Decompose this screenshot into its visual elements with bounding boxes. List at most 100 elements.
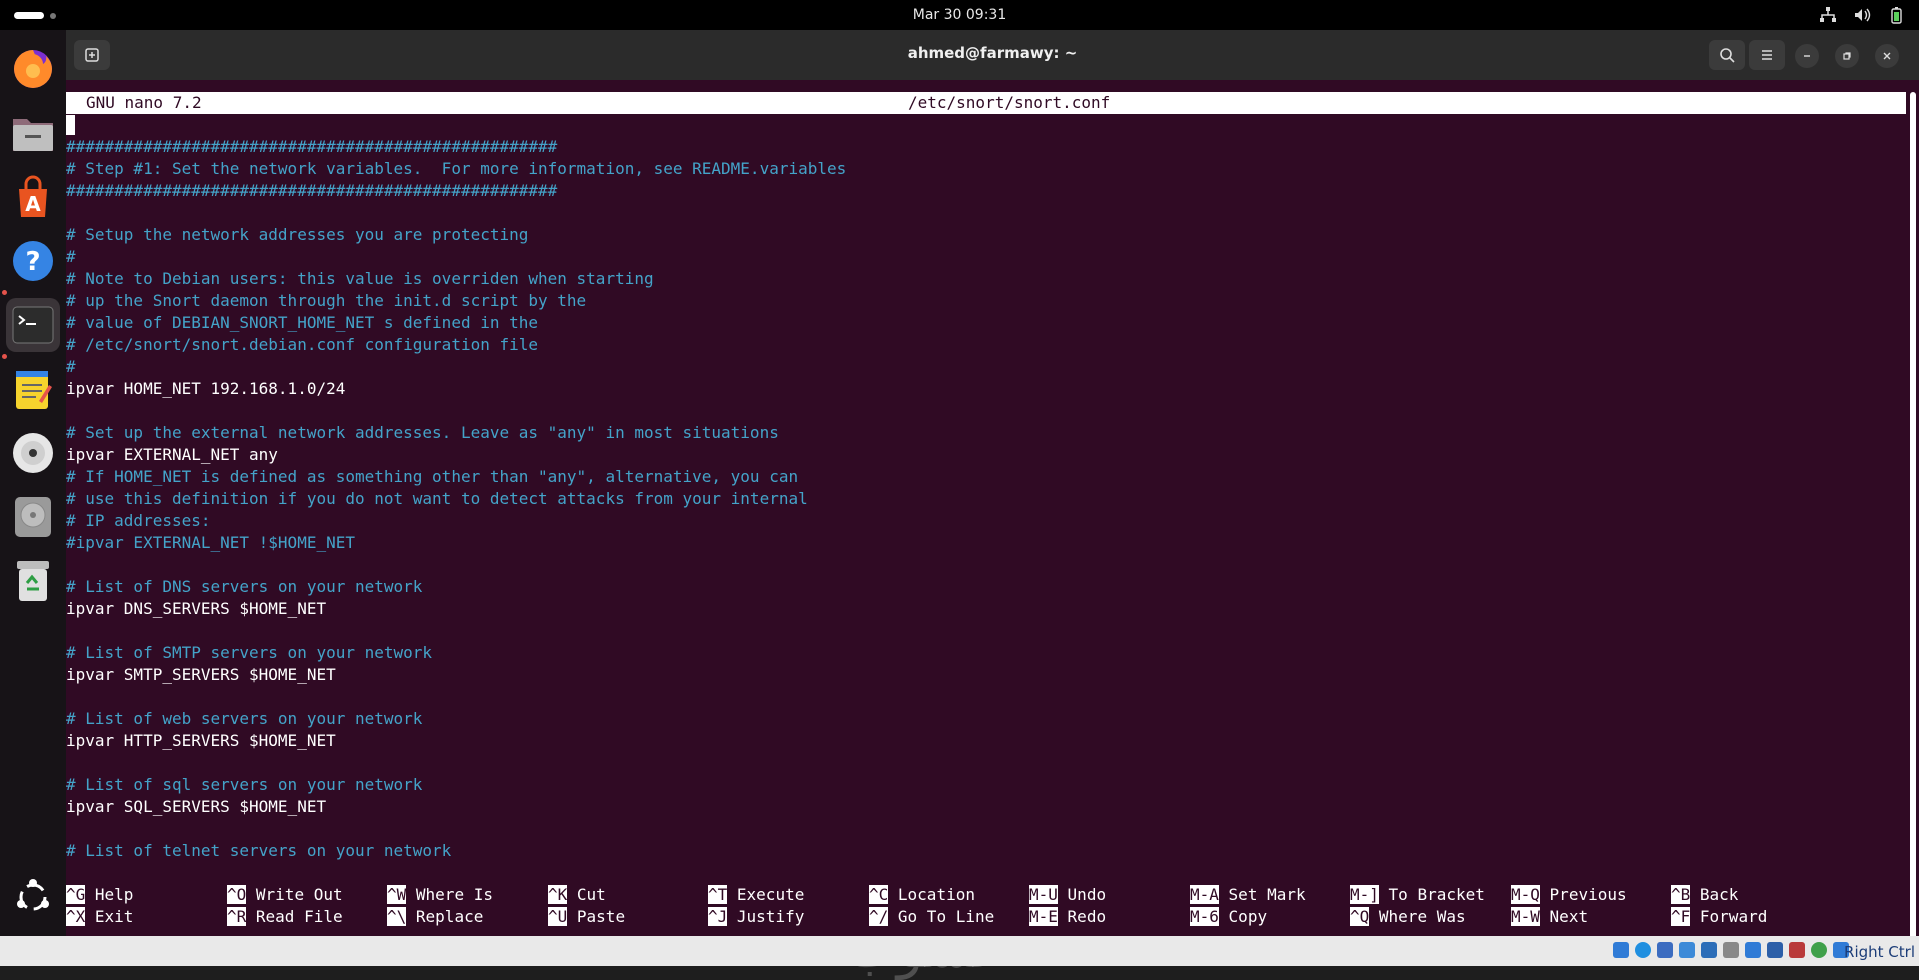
firefox-icon xyxy=(14,50,52,88)
optical-drive-icon[interactable] xyxy=(1635,942,1651,958)
shortcut-key: M-W xyxy=(1511,907,1540,926)
shortcut-label: Help xyxy=(94,885,134,904)
shortcut-key: ^T xyxy=(708,885,728,904)
shortcut-key: ^J xyxy=(708,907,728,926)
shortcut-label: Justify xyxy=(736,907,805,926)
shortcut-key: M-] xyxy=(1350,885,1379,904)
recording-icon[interactable] xyxy=(1767,942,1783,958)
system-tray[interactable] xyxy=(1819,6,1905,24)
shortcut-label: Where Is xyxy=(415,885,493,904)
shortcut-item[interactable]: ^W Where Is xyxy=(387,884,493,906)
shortcut-label: Read File xyxy=(255,907,343,926)
guest-additions-icon[interactable] xyxy=(1811,942,1827,958)
audio-icon[interactable] xyxy=(1657,942,1673,958)
shortcut-label: Previous xyxy=(1549,885,1627,904)
shortcut-key: ^Q xyxy=(1350,907,1370,926)
shortcut-key: ^X xyxy=(66,907,86,926)
editor-line: # value of DEBIAN_SNORT_HOME_NET s defin… xyxy=(66,313,539,332)
editor-line: ipvar DNS_SERVERS $HOME_NET xyxy=(66,599,327,618)
search-icon xyxy=(1720,48,1735,63)
shortcut-item[interactable]: M-A Set Mark xyxy=(1190,884,1306,906)
usb-icon[interactable] xyxy=(1701,942,1717,958)
clock[interactable]: Mar 30 09:31 xyxy=(0,7,1919,23)
shortcut-label: Back xyxy=(1699,885,1739,904)
shortcut-key: ^W xyxy=(387,885,407,904)
network-icon[interactable] xyxy=(1819,6,1837,24)
maximize-button[interactable] xyxy=(1835,44,1859,68)
editor-line: ipvar SQL_SERVERS $HOME_NET xyxy=(66,797,327,816)
shortcut-item[interactable]: ^F Forward xyxy=(1671,906,1767,928)
shortcut-label: Location xyxy=(897,885,975,904)
dock-trash[interactable] xyxy=(6,554,60,608)
dock-files[interactable] xyxy=(6,106,60,160)
dock-text-editor[interactable] xyxy=(6,362,60,416)
svg-text:A: A xyxy=(25,192,41,216)
ubuntu-icon xyxy=(17,879,49,911)
volume-icon[interactable] xyxy=(1853,6,1871,24)
shortcut-item[interactable]: ^C Location xyxy=(869,884,975,906)
shortcut-label: Write Out xyxy=(255,885,343,904)
editor-running-indicator xyxy=(2,354,7,359)
dock-firefox[interactable] xyxy=(6,42,60,96)
shortcut-label: To Bracket xyxy=(1388,885,1485,904)
restore-icon xyxy=(1843,52,1851,60)
dock-disk-utility[interactable] xyxy=(6,490,60,544)
editor-line: # xyxy=(66,357,76,376)
scrollbar[interactable] xyxy=(1910,92,1916,948)
shortcut-label: Exit xyxy=(94,907,134,926)
nano-title-bar: GNU nano 7.2 /etc/snort/snort.conf xyxy=(66,92,1906,114)
dock-app-center[interactable]: A xyxy=(6,170,60,224)
shortcut-item[interactable]: ^G Help xyxy=(66,884,133,906)
text-editor-icon xyxy=(16,371,52,409)
minimize-icon xyxy=(1804,55,1810,57)
editor-line: # List of web servers on your network xyxy=(66,709,423,728)
search-button[interactable] xyxy=(1709,40,1745,70)
menu-button[interactable] xyxy=(1749,40,1785,70)
shortcut-item[interactable]: ^O Write Out xyxy=(227,884,343,906)
shortcut-item[interactable]: ^J Justify xyxy=(708,906,804,928)
shortcut-item[interactable]: M-U Undo xyxy=(1029,884,1106,906)
shortcut-item[interactable]: ^T Execute xyxy=(708,884,804,906)
shortcut-item[interactable]: M-Q Previous xyxy=(1511,884,1627,906)
terminal-window: ahmed@farmawy: ~ GNU nano 7.2 /etc/snort… xyxy=(66,30,1919,980)
shortcut-label: Paste xyxy=(576,907,626,926)
shared-folders-icon[interactable] xyxy=(1723,942,1739,958)
shortcut-item[interactable]: M-E Redo xyxy=(1029,906,1106,928)
editor-line: # Setup the network addresses you are pr… xyxy=(66,225,529,244)
editor-line: # List of telnet servers on your network xyxy=(66,841,452,860)
cpu-icon[interactable] xyxy=(1789,942,1805,958)
shortcut-key: M-U xyxy=(1029,885,1058,904)
dock-disc[interactable] xyxy=(6,426,60,480)
dock: A ? xyxy=(0,30,66,936)
shortcut-item[interactable]: ^\ Replace xyxy=(387,906,483,928)
editor-line: ipvar HOME_NET 192.168.1.0/24 xyxy=(66,379,346,398)
shortcut-key: M-E xyxy=(1029,907,1058,926)
minimize-button[interactable] xyxy=(1795,44,1819,68)
battery-icon[interactable] xyxy=(1887,6,1905,24)
shortcut-item[interactable]: M-] To Bracket xyxy=(1350,884,1485,906)
dock-terminal[interactable] xyxy=(6,298,60,352)
shortcut-key: ^O xyxy=(227,885,247,904)
shortcut-key: ^\ xyxy=(387,907,407,926)
shortcut-item[interactable]: ^B Back xyxy=(1671,884,1738,906)
editor-line: # Set up the external network addresses.… xyxy=(66,423,779,442)
header-bar[interactable]: ahmed@farmawy: ~ xyxy=(66,30,1919,81)
shortcut-key: ^U xyxy=(548,907,568,926)
dock-help[interactable]: ? xyxy=(6,234,60,288)
shortcut-item[interactable]: ^R Read File xyxy=(227,906,343,928)
shortcut-item[interactable]: M-W Next xyxy=(1511,906,1588,928)
shortcut-item[interactable]: ^X Exit xyxy=(66,906,133,928)
close-button[interactable] xyxy=(1875,44,1899,68)
shortcut-item[interactable]: ^K Cut xyxy=(548,884,606,906)
shortcut-item[interactable]: ^U Paste xyxy=(548,906,625,928)
hard-disk-icon[interactable] xyxy=(1613,942,1629,958)
display-icon[interactable] xyxy=(1745,942,1761,958)
terminal-area[interactable]: GNU nano 7.2 /etc/snort/snort.conf #####… xyxy=(66,80,1919,980)
terminal-running-indicator xyxy=(2,290,7,295)
show-apps-button[interactable] xyxy=(6,870,60,924)
network-adapter-icon[interactable] xyxy=(1679,942,1695,958)
shortcut-item[interactable]: M-6 Copy xyxy=(1190,906,1267,928)
editor-line: # use this definition if you do not want… xyxy=(66,489,808,508)
terminal-icon xyxy=(12,306,54,344)
shortcut-item[interactable]: ^Q Where Was xyxy=(1350,906,1466,928)
